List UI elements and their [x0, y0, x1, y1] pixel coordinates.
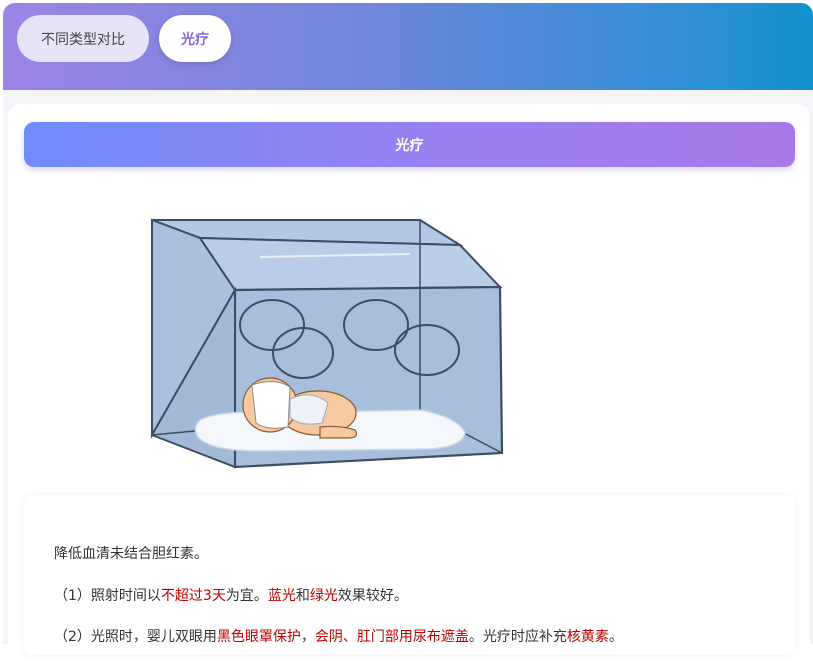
item-2-suffix: 。: [608, 629, 623, 645]
section-title-bar: 光疗: [24, 122, 795, 167]
item-1-highlight-blue-light: 蓝光: [267, 588, 296, 604]
tab-type-comparison-label: 不同类型对比: [41, 31, 125, 48]
tab-type-comparison[interactable]: 不同类型对比: [17, 15, 149, 62]
item-2-highlight-eye-mask: 黑色眼罩保护: [216, 629, 301, 645]
item-1-highlight-green-light: 绿光: [309, 588, 338, 604]
item-1-highlight-duration: 不超过3天: [160, 588, 226, 604]
intro-sentence: 降低血清未结合胆红素。: [54, 546, 208, 562]
intro-text: 降低血清未结合胆红素。: [54, 543, 208, 563]
item-1-prefix: （1）照射时间以: [54, 588, 161, 604]
incubator-baby-illustration: [150, 218, 504, 469]
tab-phototherapy[interactable]: 光疗: [159, 15, 231, 62]
item-1-mid-2: 和: [295, 588, 310, 604]
item-1-suffix: 效果较好。: [337, 588, 408, 604]
item-1-mid-1: 为宜。: [225, 588, 268, 604]
item-2-highlight-diaper-cover: 会阴、肛门部用尿布遮盖: [314, 629, 469, 645]
item-2-text: （2）光照时，婴儿双眼用黑色眼罩保护，会阴、肛门部用尿布遮盖。光疗时应补充核黄素…: [54, 626, 623, 646]
tab-phototherapy-label: 光疗: [181, 31, 209, 48]
item-2-mid-1: ，: [300, 629, 315, 645]
item-2-prefix: （2）光照时，婴儿双眼用: [54, 629, 217, 645]
section-title: 光疗: [395, 137, 424, 154]
item-2-highlight-riboflavin: 核黄素: [566, 629, 609, 645]
item-1-text: （1）照射时间以不超过3天为宜。蓝光和绿光效果较好。: [54, 585, 408, 605]
item-2-mid-2: 。光疗时应补充: [468, 629, 567, 645]
